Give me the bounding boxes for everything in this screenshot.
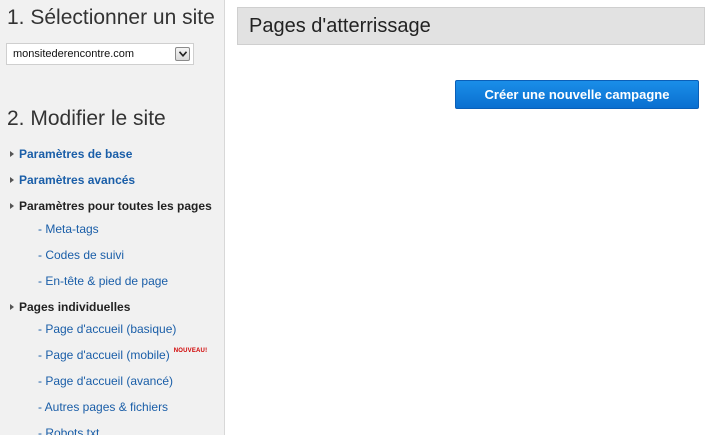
sidebar-item-en-tete-pied-de-page[interactable]: - En-tête & pied de page [38,274,168,288]
site-select[interactable]: monsitederencontre.com [6,43,194,65]
create-campaign-button[interactable]: Créer une nouvelle campagne [455,80,699,109]
sidebar-section-toutes-les-pages: Paramètres pour toutes les pages [10,199,212,213]
sidebar-section-pages-individuelles: Pages individuelles [10,300,130,314]
sidebar-section-label: Pages individuelles [19,300,131,314]
sidebar-item-page-accueil-avance[interactable]: - Page d'accueil (avancé) [38,374,173,388]
sidebar-item-label: Paramètres de base [19,147,133,161]
sidebar-item-parametres-de-base[interactable]: Paramètres de base [10,147,132,161]
sidebar-item-meta-tags[interactable]: - Meta-tags [38,222,99,236]
sidebar-item-label: Paramètres avancés [19,173,136,187]
page-title: Pages d'atterrissage [249,15,431,37]
sidebar-item-page-accueil-mobile[interactable]: - Page d'accueil (mobile) NOUVEAU! [38,348,207,362]
sidebar-item-autres-pages-fichiers[interactable]: - Autres pages & fichiers [38,400,168,414]
new-badge: NOUVEAU! [173,348,208,354]
sidebar-item-page-accueil-basique[interactable]: - Page d'accueil (basique) [38,322,176,336]
site-select-value: monsitederencontre.com [13,48,135,60]
sidebar: 1. Sélectionner un site monsitederencont… [0,0,225,435]
sidebar-section-label: Paramètres pour toutes les pages [19,199,212,213]
triangle-right-icon [10,203,14,209]
triangle-right-icon [10,304,14,310]
sidebar-item-codes-de-suivi[interactable]: - Codes de suivi [38,248,124,262]
sidebar-item-label: - Page d'accueil (mobile) [38,348,170,362]
step1-title: 1. Sélectionner un site [7,6,215,29]
chevron-down-icon [179,51,187,57]
page-header: Pages d'atterrissage [237,7,705,45]
triangle-right-icon [10,177,14,183]
step2-title: 2. Modifier le site [7,107,166,130]
sidebar-item-parametres-avances[interactable]: Paramètres avancés [10,173,135,187]
triangle-right-icon [10,151,14,157]
dropdown-button[interactable] [175,47,190,61]
sidebar-item-robots-txt[interactable]: - Robots.txt [38,426,99,435]
